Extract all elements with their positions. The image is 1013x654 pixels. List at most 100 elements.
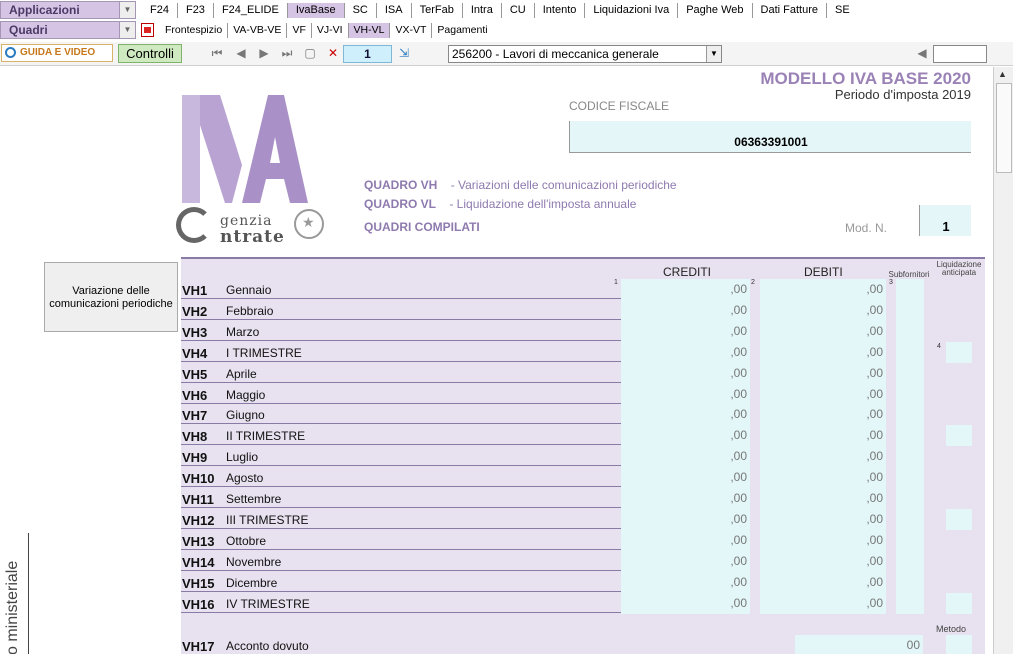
debiti-field[interactable]: ,00 [760, 279, 886, 300]
controlli-button[interactable]: Controlli [118, 44, 182, 63]
first-page-icon[interactable]: ⏮ [210, 47, 224, 60]
subfornitori-field[interactable] [896, 529, 924, 551]
debiti-field[interactable]: ,00 [760, 446, 886, 468]
next-page-icon[interactable]: ▶ [257, 47, 271, 60]
scroll-up-icon[interactable]: ▲ [998, 69, 1007, 79]
tab-liquidazioni-iva[interactable]: Liquidazioni Iva [585, 3, 679, 18]
crediti-field[interactable]: ,00 [621, 467, 750, 489]
subfornitori-field[interactable] [896, 508, 924, 530]
debiti-field[interactable]: ,00 [760, 550, 886, 572]
new-page-icon[interactable]: ▢ [303, 47, 317, 60]
tab-cu[interactable]: CU [502, 3, 535, 18]
debiti-field[interactable]: ,00 [760, 571, 886, 593]
crediti-field[interactable]: ,00 [621, 320, 750, 342]
tab-dati-fatture[interactable]: Dati Fatture [753, 3, 827, 18]
vertical-scrollbar[interactable]: ▲ [993, 67, 1013, 654]
tab-ivabase[interactable]: IvaBase [287, 3, 345, 18]
debiti-field[interactable]: ,00 [760, 425, 886, 447]
crediti-field[interactable]: ,00 [621, 550, 750, 572]
goto-page-icon[interactable]: ⇲ [397, 47, 411, 60]
debiti-field[interactable]: ,00 [760, 320, 886, 342]
crediti-field[interactable]: ,00 [621, 341, 750, 363]
metodo-field[interactable] [946, 635, 972, 654]
debiti-field[interactable]: ,00 [760, 299, 886, 321]
crediti-field[interactable]: ,00 [621, 529, 750, 551]
tab-va-vb-ve[interactable]: VA-VB-VE [228, 23, 288, 38]
subfornitori-field[interactable] [896, 467, 924, 489]
crediti-field[interactable]: ,00 [621, 383, 750, 405]
prev-page-icon[interactable]: ◀ [234, 47, 248, 60]
debiti-field[interactable]: ,00 [760, 508, 886, 530]
last-page-icon[interactable]: ⏭ [280, 47, 294, 60]
tab-vf[interactable]: VF [287, 23, 312, 38]
crediti-field[interactable]: ,00 [621, 508, 750, 530]
applications-selector[interactable]: Applicazioni ▼ [0, 1, 136, 19]
tab-vx-vt[interactable]: VX-VT [390, 23, 433, 38]
delete-page-icon[interactable]: ✕ [326, 47, 340, 60]
chevron-down-icon[interactable]: ▼ [119, 2, 135, 18]
debiti-field[interactable]: ,00 [760, 488, 886, 509]
guide-video-button[interactable]: GUIDA E VIDEO [1, 44, 113, 62]
subfornitori-field[interactable] [896, 550, 924, 572]
tab-paghe-web[interactable]: Paghe Web [678, 3, 753, 18]
tab-vh-vl[interactable]: VH-VL [348, 23, 391, 38]
subfornitori-field[interactable] [896, 446, 924, 468]
tab-se[interactable]: SE [827, 3, 858, 18]
subfornitori-field[interactable] [896, 488, 924, 509]
debiti-field[interactable]: ,00 [760, 362, 886, 384]
acconto-dovuto-field[interactable]: 00 [795, 635, 923, 654]
debiti-field[interactable]: ,00 [760, 404, 886, 426]
subfornitori-field[interactable] [896, 341, 924, 363]
liquidazione-field[interactable] [946, 592, 972, 614]
subfornitori-field[interactable] [896, 320, 924, 342]
subfornitori-field[interactable] [896, 383, 924, 405]
tab-terfab[interactable]: TerFab [412, 3, 463, 18]
tab-f24[interactable]: F24 [142, 3, 178, 18]
chevron-down-icon[interactable]: ▼ [706, 46, 721, 62]
crediti-field[interactable]: ,00 [621, 404, 750, 426]
tab-vj-vi[interactable]: VJ-VI [312, 23, 349, 38]
debiti-field[interactable]: ,00 [760, 592, 886, 614]
subfornitori-field[interactable] [896, 299, 924, 321]
tab-sc[interactable]: SC [345, 3, 377, 18]
debiti-field[interactable]: ,00 [760, 529, 886, 551]
tab-frontespizio[interactable]: Frontespizio [160, 23, 229, 38]
tab-f23[interactable]: F23 [178, 3, 214, 18]
tab-f24-elide[interactable]: F24_ELIDE [214, 3, 288, 18]
tab-pagamenti[interactable]: Pagamenti [432, 23, 492, 38]
crediti-field[interactable]: ,00 [621, 446, 750, 468]
crediti-field[interactable]: ,00 [621, 425, 750, 447]
search-prev-icon[interactable]: ◀ [915, 47, 929, 60]
crediti-field[interactable]: ,00 [621, 279, 750, 300]
quadri-selector[interactable]: Quadri ▼ [0, 21, 136, 39]
tab-intra[interactable]: Intra [463, 3, 502, 18]
tab-intento[interactable]: Intento [535, 3, 586, 18]
crediti-field[interactable]: ,00 [621, 299, 750, 321]
crediti-field[interactable]: ,00 [621, 488, 750, 509]
variazione-comunicazioni-button[interactable]: Variazione delle comunicazioni periodich… [44, 262, 178, 332]
subfornitori-field[interactable] [896, 362, 924, 384]
subfornitori-field[interactable] [896, 425, 924, 447]
subfornitori-field[interactable] [896, 592, 924, 614]
crediti-field[interactable]: ,00 [621, 571, 750, 593]
page-number-field[interactable]: 1 [343, 45, 392, 63]
chevron-down-icon[interactable]: ▼ [119, 22, 135, 38]
debiti-field[interactable]: ,00 [760, 383, 886, 405]
crediti-field[interactable]: ,00 [621, 362, 750, 384]
search-input[interactable] [933, 45, 987, 63]
debiti-field[interactable]: ,00 [760, 467, 886, 489]
subfornitori-field[interactable] [896, 404, 924, 426]
tab-isa[interactable]: ISA [377, 3, 412, 18]
liquidazione-field[interactable] [946, 341, 972, 363]
codice-fiscale-field[interactable]: 06363391001 [569, 121, 971, 153]
pdf-icon[interactable] [141, 23, 154, 37]
mod-n-field[interactable]: 1 [919, 205, 971, 236]
crediti-field[interactable]: ,00 [621, 592, 750, 614]
liquidazione-field[interactable] [946, 508, 972, 530]
liquidazione-field[interactable] [946, 425, 972, 447]
company-select[interactable]: 256200 - Lavori di meccanica generale ▼ [448, 45, 722, 63]
scroll-thumb[interactable] [996, 83, 1012, 173]
subfornitori-field[interactable] [896, 571, 924, 593]
subfornitori-field[interactable] [896, 279, 924, 300]
debiti-field[interactable]: ,00 [760, 341, 886, 363]
